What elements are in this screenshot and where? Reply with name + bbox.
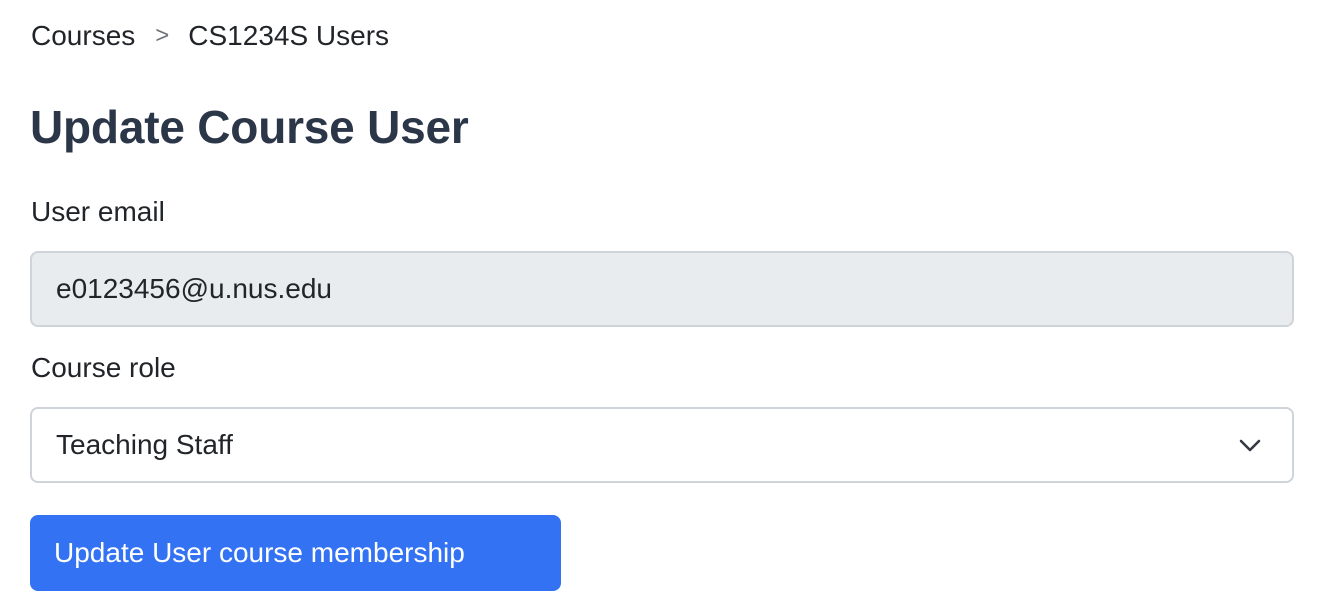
course-role-label: Course role xyxy=(31,352,176,383)
chevron-down-icon xyxy=(1236,431,1264,459)
breadcrumb-item-course-users[interactable]: CS1234S Users xyxy=(188,18,389,54)
breadcrumb-separator: > xyxy=(155,22,170,49)
page-title: Update Course User xyxy=(30,101,469,153)
update-course-user-page: Courses > CS1234S Users Update Course Us… xyxy=(0,0,1318,616)
course-role-selected-value: Teaching Staff xyxy=(56,429,233,460)
breadcrumb-item-courses[interactable]: Courses xyxy=(31,18,135,54)
breadcrumb: Courses > CS1234S Users xyxy=(31,18,389,54)
course-role-select[interactable]: Teaching Staff xyxy=(30,407,1294,483)
user-email-field[interactable] xyxy=(30,251,1294,327)
user-email-label: User email xyxy=(31,196,165,227)
update-membership-button[interactable]: Update User course membership xyxy=(30,515,561,591)
